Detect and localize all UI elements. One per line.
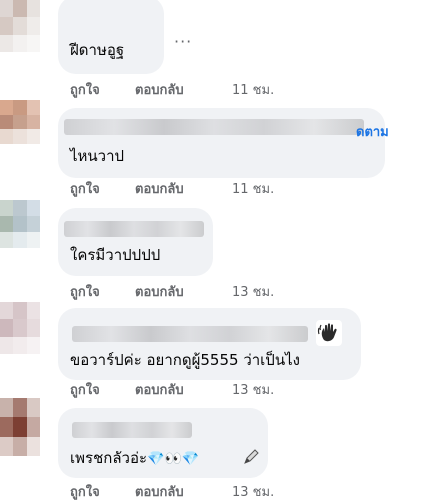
comment-text: ใครมีวาปปปป bbox=[70, 246, 161, 264]
timestamp-link[interactable]: 11 ชม. bbox=[232, 181, 274, 199]
comment-text: ฝีดาษอูฐ bbox=[70, 41, 125, 59]
commenter-name bbox=[72, 422, 192, 438]
timestamp-link[interactable]: 13 ชม. bbox=[232, 484, 274, 502]
follow-link[interactable]: ดตาม bbox=[356, 121, 389, 142]
commenter-name bbox=[72, 326, 308, 342]
commenter-name bbox=[64, 119, 364, 135]
ellipsis-icon[interactable]: ··· bbox=[174, 32, 192, 51]
reply-link[interactable]: ตอบกลับ bbox=[135, 382, 184, 400]
reply-link[interactable]: ตอบกลับ bbox=[135, 181, 184, 199]
comment-bubble: ใครมีวาปปปป bbox=[58, 208, 213, 276]
reply-link[interactable]: ตอบกลับ bbox=[135, 82, 184, 100]
avatar[interactable] bbox=[0, 398, 40, 456]
comment-bubble: เพรชกลัวอ่ะ💎👀💎 bbox=[58, 408, 268, 478]
comment-bubble: ขอวาร์ปค่ะ อยากดูผู้5555 ว่าเป็นไง bbox=[58, 308, 361, 380]
comment-text: ขอวาร์ปค่ะ อยากดูผู้5555 ว่าเป็นไง bbox=[70, 351, 300, 369]
like-link[interactable]: ถูกใจ bbox=[70, 382, 100, 400]
waving-hand-icon bbox=[316, 320, 342, 346]
comment-bubble: ฝีดาษอูฐ bbox=[58, 0, 164, 74]
timestamp-link[interactable]: 13 ชม. bbox=[232, 284, 274, 302]
commenter-name bbox=[64, 221, 204, 237]
reply-link[interactable]: ตอบกลับ bbox=[135, 284, 184, 302]
comment-text-body: เพรชกลัวอ่ะ bbox=[70, 449, 148, 467]
avatar[interactable] bbox=[0, 100, 40, 144]
comment-text: ไหนวาป bbox=[70, 147, 125, 165]
avatar[interactable] bbox=[0, 200, 40, 248]
like-link[interactable]: ถูกใจ bbox=[70, 82, 100, 100]
reply-link[interactable]: ตอบกลับ bbox=[135, 484, 184, 502]
avatar[interactable] bbox=[0, 0, 40, 52]
like-link[interactable]: ถูกใจ bbox=[70, 284, 100, 302]
pen-icon bbox=[244, 449, 259, 464]
comment-bubble: ดตาม ไหนวาป bbox=[58, 108, 389, 178]
comment-text: เพรชกลัวอ่ะ💎👀💎 bbox=[70, 448, 199, 469]
timestamp-link[interactable]: 11 ชม. bbox=[232, 82, 274, 100]
avatar[interactable] bbox=[0, 302, 40, 354]
like-link[interactable]: ถูกใจ bbox=[70, 484, 100, 502]
emoji-sequence: 💎👀💎 bbox=[147, 451, 200, 467]
like-link[interactable]: ถูกใจ bbox=[70, 181, 100, 199]
timestamp-link[interactable]: 13 ชม. bbox=[232, 382, 274, 400]
